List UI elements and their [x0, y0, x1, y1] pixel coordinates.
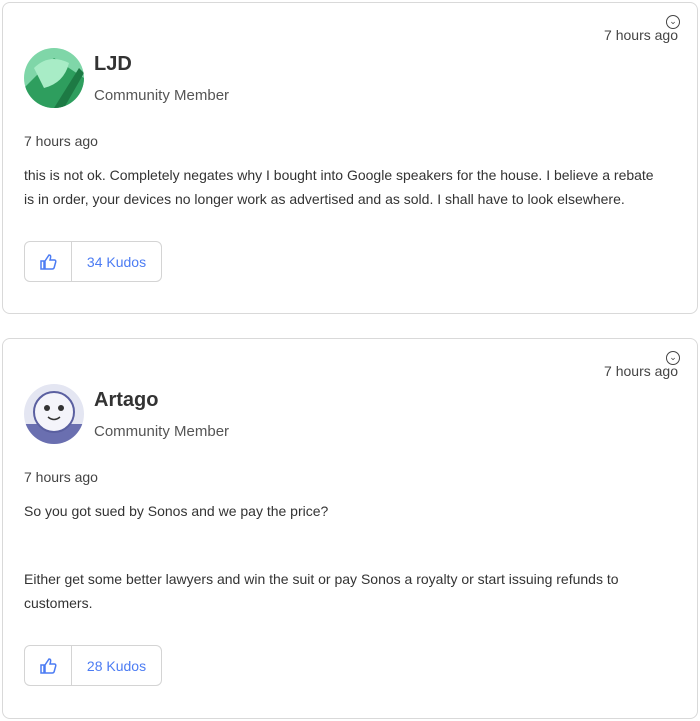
post-paragraph: this is not ok. Completely negates why I…: [24, 167, 654, 207]
author-role: Community Member: [94, 87, 230, 104]
avatar[interactable]: [24, 48, 84, 108]
author-name[interactable]: Artago: [94, 389, 158, 412]
post-date: 7 hours ago: [24, 133, 98, 149]
kudos-count[interactable]: 34 Kudos: [72, 242, 161, 281]
author-role: Community Member: [94, 423, 230, 440]
post-time: 7 hours ago: [604, 363, 678, 379]
kudo-button[interactable]: [25, 646, 72, 685]
thumbs-up-icon: [40, 657, 57, 674]
kudos-count[interactable]: 28 Kudos: [72, 646, 161, 685]
post-time: 7 hours ago: [604, 27, 678, 43]
post-paragraph: So you got sued by Sonos and we pay the …: [24, 503, 329, 519]
avatar[interactable]: [24, 384, 84, 444]
kudos-control: 28 Kudos: [24, 645, 162, 686]
post-body: So you got sued by Sonos and we pay the …: [24, 499, 664, 615]
thumbs-up-icon: [40, 253, 57, 270]
post-date: 7 hours ago: [24, 469, 98, 485]
post-body: this is not ok. Completely negates why I…: [24, 163, 664, 211]
post-card: ⌄ 7 hours ago LJD Community Member 7 hou…: [2, 2, 698, 314]
kudos-control: 34 Kudos: [24, 241, 162, 282]
post-paragraph: Either get some better lawyers and win t…: [24, 571, 619, 611]
author-name[interactable]: LJD: [94, 53, 132, 76]
post-card: ⌄ 7 hours ago Artago Community Member 7 …: [2, 338, 698, 719]
kudo-button[interactable]: [25, 242, 72, 281]
